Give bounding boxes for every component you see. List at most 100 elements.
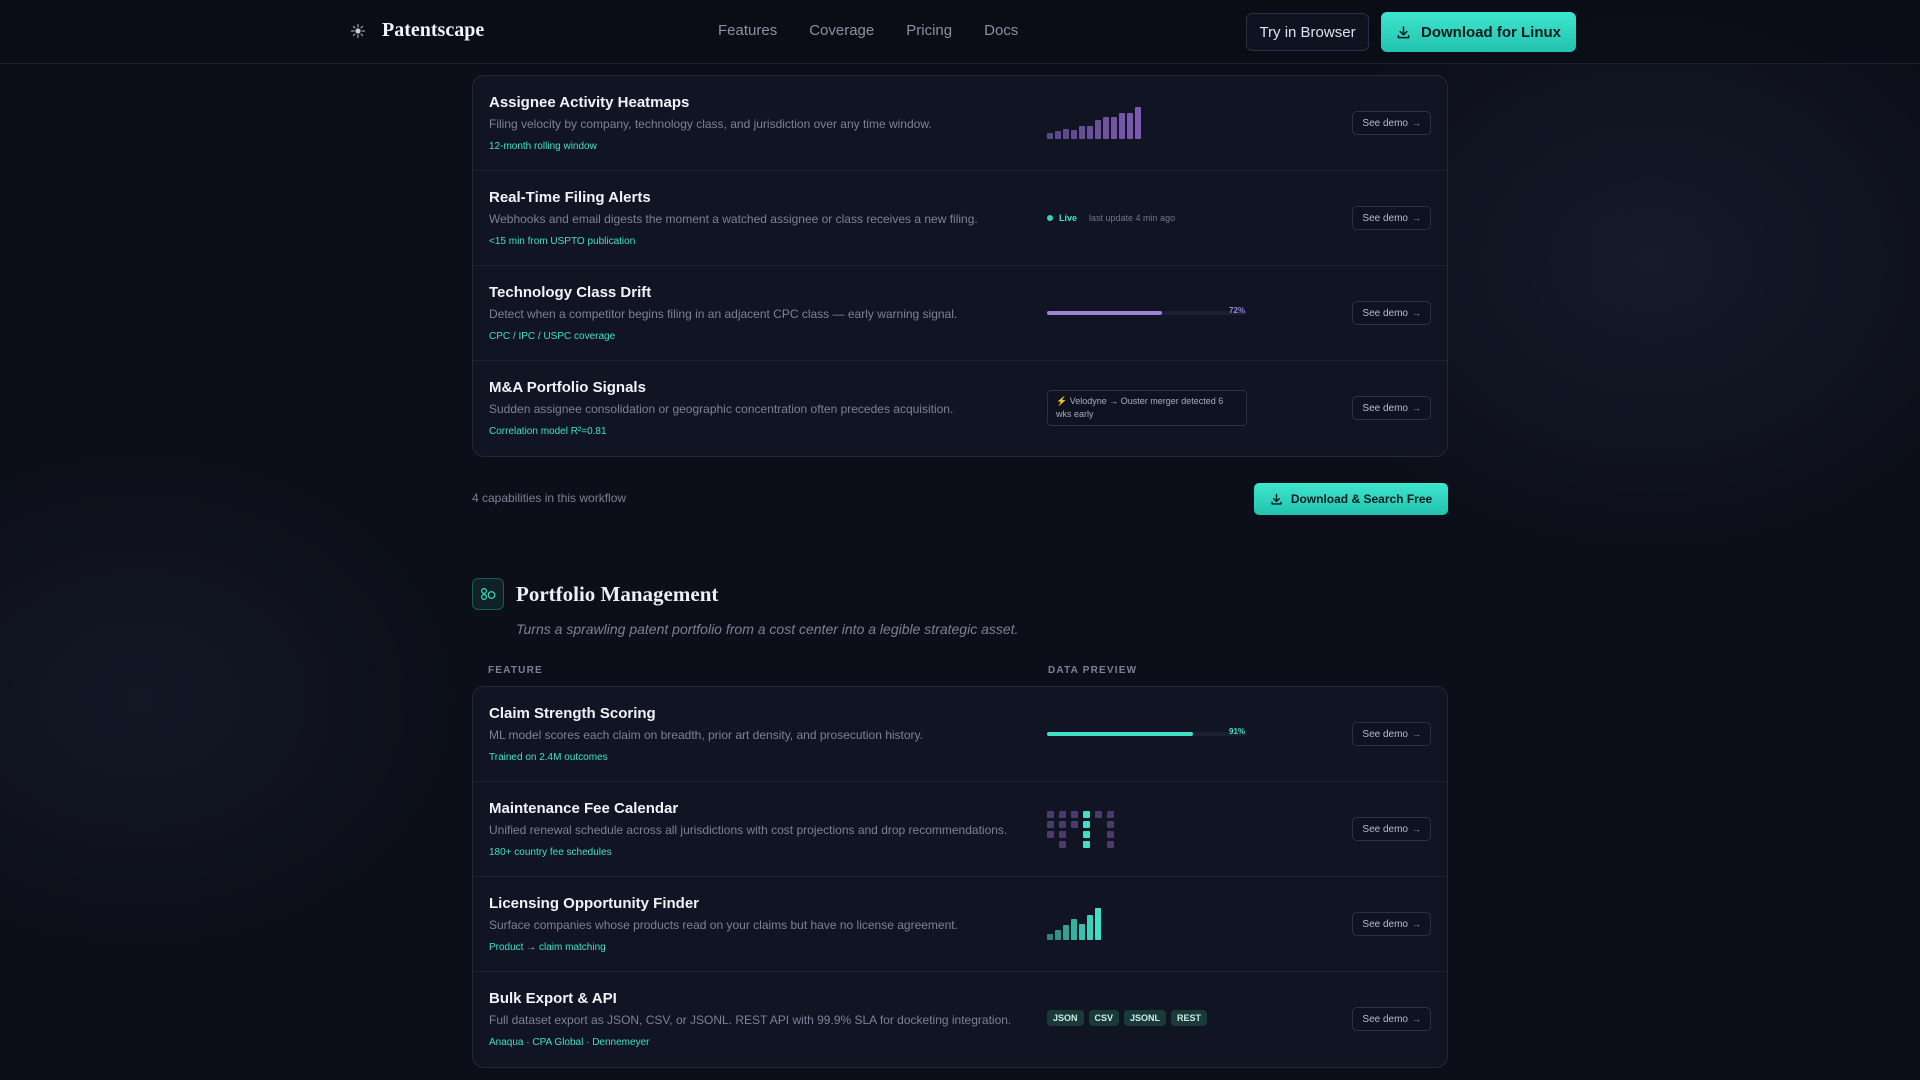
feature-description: Sudden assignee consolidation or geograp… (489, 402, 954, 416)
see-demo-button[interactable]: See demo → (1352, 111, 1431, 135)
arrow-right-icon: → (1412, 919, 1421, 929)
spark-bar (1047, 934, 1053, 940)
progress-percent: 91% (1229, 727, 1246, 736)
data-preview: Live last update 4 min ago (1047, 171, 1267, 265)
portfolio-section-icon (472, 578, 504, 610)
feature-description: Filing velocity by company, technology c… (489, 117, 932, 131)
live-label: Live (1059, 213, 1078, 223)
merger-signal-callout: ⚡ Velodyne → Ouster merger detected 6 wk… (1047, 390, 1247, 427)
brand-name: Patentscape (382, 19, 485, 41)
data-preview (1047, 782, 1267, 876)
progress-bar (1047, 311, 1247, 315)
see-demo-button[interactable]: See demo → (1352, 301, 1431, 325)
portfolio-glyph-icon (480, 587, 496, 601)
format-pill: CSV (1088, 1010, 1120, 1026)
calendar-cell (1047, 831, 1054, 838)
feature-tag: 12-month rolling window (489, 141, 597, 152)
see-demo-button[interactable]: See demo → (1352, 722, 1431, 746)
spark-bar (1135, 107, 1141, 139)
calendar-cell (1059, 811, 1066, 818)
spark-bar (1119, 113, 1125, 139)
spark-bar (1087, 126, 1093, 139)
calendar-cell (1107, 841, 1114, 848)
feature-row: Assignee Activity Heatmaps Filing velocit… (473, 76, 1447, 171)
feature-description: Detect when a competitor begins filing i… (489, 307, 958, 321)
feature-tag: <15 min from USPTO publication (489, 236, 636, 247)
see-demo-button[interactable]: See demo → (1352, 396, 1431, 420)
see-demo-button[interactable]: See demo → (1352, 912, 1431, 936)
calendar-cell (1047, 821, 1054, 828)
download-icon (1397, 25, 1410, 38)
see-demo-button[interactable]: See demo → (1352, 1007, 1431, 1031)
feature-tag: Correlation model R²=0.81 (489, 426, 607, 437)
nav-link-pricing[interactable]: Pricing (906, 22, 952, 39)
nav-link-docs[interactable]: Docs (984, 22, 1018, 39)
calendar-cell (1071, 811, 1078, 818)
download-search-free-label: Download & Search Free (1290, 492, 1433, 506)
download-search-free-button[interactable]: Download & Search Free (1254, 483, 1448, 515)
arrow-right-icon: → (1412, 1014, 1421, 1024)
arrow-right-icon: → (1412, 729, 1421, 739)
calendar-cell (1095, 811, 1102, 818)
arrow-right-icon: → (1412, 308, 1421, 318)
calendar-cell (1059, 841, 1066, 848)
feature-tag: 180+ country fee schedules (489, 847, 612, 858)
data-preview: ⚡ Velodyne → Ouster merger detected 6 wk… (1047, 361, 1267, 456)
spark-bar (1055, 131, 1061, 139)
spark-bar (1095, 120, 1101, 139)
bar-sparkline (1047, 107, 1141, 139)
workflow-card-market-intel: Assignee Activity Heatmaps Filing velocit… (472, 75, 1448, 457)
feature-description: Webhooks and email digests the moment a … (489, 212, 978, 226)
calendar-cell (1083, 831, 1090, 838)
section-subtitle: Turns a sprawling patent portfolio from … (516, 621, 1019, 637)
column-header-feature: FEATURE (488, 665, 543, 676)
arrow-right-icon: → (1412, 403, 1421, 413)
spark-bar (1079, 126, 1085, 139)
nav-link-coverage[interactable]: Coverage (809, 22, 874, 39)
feature-description: ML model scores each claim on breadth, p… (489, 728, 923, 742)
feature-row: Bulk Export & API Full dataset export as … (473, 972, 1447, 1067)
feature-row: Licensing Opportunity Finder Surface comp… (473, 877, 1447, 972)
calendar-cell (1059, 821, 1066, 828)
data-preview: 72% (1047, 266, 1267, 360)
arrow-right-icon: → (1412, 213, 1421, 223)
calendar-cell (1083, 821, 1090, 828)
arrow-right-icon: → (1412, 824, 1421, 834)
progress-percent: 72% (1229, 306, 1246, 315)
feature-title: Licensing Opportunity Finder (489, 895, 699, 912)
calendar-cell (1107, 811, 1114, 818)
sparkle-logo-icon (348, 21, 368, 41)
brand[interactable]: Patentscape (348, 19, 484, 42)
feature-row: M&A Portfolio Signals Sudden assignee con… (473, 361, 1447, 456)
spark-bar (1087, 915, 1093, 940)
feature-row: Claim Strength Scoring ML model scores ea… (473, 687, 1447, 782)
spark-bar (1055, 930, 1061, 940)
feature-row: Real-Time Filing Alerts Webhooks and emai… (473, 171, 1447, 266)
download-linux-button[interactable]: Download for Linux (1381, 12, 1576, 52)
feature-tag: CPC / IPC / USPC coverage (489, 331, 616, 342)
feature-row: Technology Class Drift Detect when a comp… (473, 266, 1447, 361)
arrow-right-icon: → (1412, 118, 1421, 128)
spark-bar (1103, 117, 1109, 139)
calendar-cell (1071, 821, 1078, 828)
see-demo-label: See demo (1362, 728, 1408, 740)
data-preview: 91% (1047, 687, 1267, 781)
workflow-card-portfolio: Claim Strength Scoring ML model scores ea… (472, 686, 1448, 1068)
nav-link-features[interactable]: Features (718, 22, 777, 39)
see-demo-button[interactable]: See demo → (1352, 817, 1431, 841)
spark-bar (1127, 113, 1133, 139)
section-title: Portfolio Management (516, 582, 719, 606)
calendar-cell (1083, 841, 1090, 848)
data-preview: JSON CSV JSONL REST (1047, 972, 1267, 1067)
live-status: Live last update 4 min ago (1047, 213, 1175, 223)
feature-title: Bulk Export & API (489, 990, 617, 1007)
see-demo-label: See demo (1362, 918, 1408, 930)
see-demo-label: See demo (1362, 823, 1408, 835)
nav-links: Features Coverage Pricing Docs (718, 22, 1018, 39)
feature-tag: Anaqua · CPA Global · Dennemeyer (489, 1037, 650, 1048)
feature-title: Real-Time Filing Alerts (489, 189, 651, 206)
format-pill: JSONL (1124, 1010, 1167, 1026)
format-pill: JSON (1047, 1010, 1084, 1026)
see-demo-button[interactable]: See demo → (1352, 206, 1431, 230)
try-in-browser-button[interactable]: Try in Browser (1246, 13, 1369, 51)
